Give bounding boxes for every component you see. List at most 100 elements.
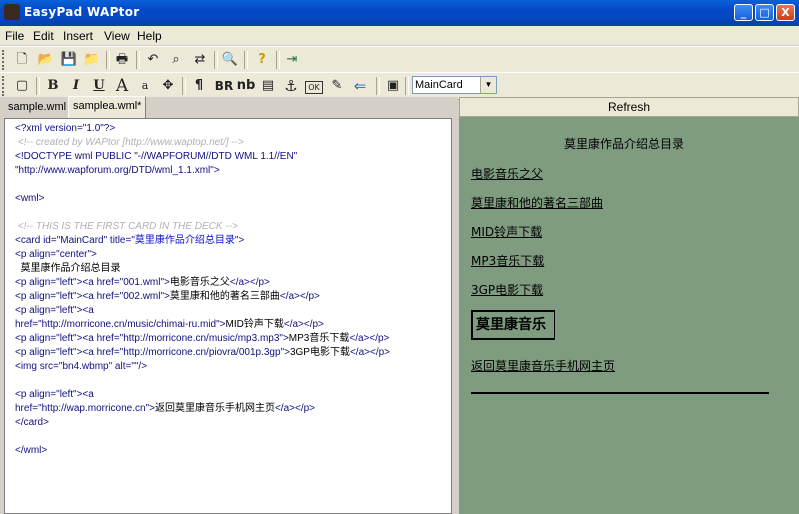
code-line[interactable]: <p align="left"><a href="002.wml">莫里康和他的… xyxy=(15,290,390,304)
italic-button[interactable]: I xyxy=(67,77,85,95)
exit-icon[interactable]: ⇥ xyxy=(283,51,301,69)
code-token: <p align="left"><a xyxy=(15,389,94,400)
code-line[interactable]: </card> xyxy=(15,416,390,430)
main-toolbar: 🗋 📂 💾 📁 🖶 ↶ ⌕ ⇄ 🔍 ? ⇥ xyxy=(0,46,799,74)
code-token: 莫里康和他的著名三部曲 xyxy=(169,291,280,302)
undo-icon[interactable]: ↶ xyxy=(144,51,162,69)
center-icon[interactable]: ✥ xyxy=(159,77,177,95)
open-project-icon[interactable]: 📁 xyxy=(83,51,101,69)
code-token: <!-- THIS IS THE FIRST CARD IN THE DECK … xyxy=(15,221,238,232)
code-line[interactable]: <!-- created by WAPtor [http://www.wapto… xyxy=(15,136,390,150)
replace-icon[interactable]: ⇄ xyxy=(191,51,209,69)
preview-link[interactable]: 莫里康和他的著名三部曲 xyxy=(471,194,603,211)
code-line[interactable] xyxy=(15,206,390,220)
small-font-button[interactable]: a xyxy=(136,77,154,95)
save-icon[interactable]: 💾 xyxy=(60,51,78,69)
toolbar-separator xyxy=(405,77,409,95)
code-line[interactable]: href="http://wap.morricone.cn">返回莫里康音乐手机… xyxy=(15,402,390,416)
code-line[interactable]: <p align="left"><a href="http://morricon… xyxy=(15,332,390,346)
toolbar-grip[interactable] xyxy=(2,76,7,96)
code-line[interactable]: <!-- THIS IS THE FIRST CARD IN THE DECK … xyxy=(15,220,390,234)
toolbar-grip[interactable] xyxy=(2,50,7,70)
code-content[interactable]: <?xml version="1.0"?> <!-- created by WA… xyxy=(15,122,390,458)
code-line[interactable]: <wml> xyxy=(15,192,390,206)
menu-view[interactable]: View xyxy=(104,29,130,43)
menu-insert[interactable]: Insert xyxy=(63,29,93,43)
code-token: 返回莫里康音乐手机网主页 xyxy=(154,403,275,414)
refresh-button[interactable]: Refresh xyxy=(459,97,799,117)
preview-home-link[interactable]: 返回莫里康音乐手机网主页 xyxy=(471,357,615,374)
new-file-icon[interactable]: 🗋 xyxy=(13,51,31,69)
code-line[interactable]: <p align="center"> xyxy=(15,248,390,262)
preview-link[interactable]: MP3音乐下载 xyxy=(471,252,544,269)
code-token: </wml> xyxy=(15,445,48,456)
preview-divider xyxy=(471,392,769,394)
preview-link[interactable]: 3GP电影下载 xyxy=(471,281,543,298)
code-token: </a></p> xyxy=(283,319,324,330)
code-line[interactable]: <p align="left"><a xyxy=(15,388,390,402)
toolbar-separator xyxy=(36,77,40,95)
underline-button[interactable]: U xyxy=(90,77,108,95)
code-line[interactable]: <img src="bn4.wbmp" alt=""/> xyxy=(15,360,390,374)
cards-icon[interactable]: ▣ xyxy=(384,77,402,95)
code-token: <?xml version="1.0"?> xyxy=(15,123,116,134)
code-token: <img src="bn4.wbmp" alt=""/> xyxy=(15,361,148,372)
code-line[interactable] xyxy=(15,430,390,444)
br-button[interactable]: BR xyxy=(213,77,235,95)
minimize-button[interactable]: _ xyxy=(734,4,753,21)
close-button[interactable]: X xyxy=(776,4,795,21)
code-token: "http://www.wapforum.org/DTD/wml_1.1.xml… xyxy=(15,165,220,176)
tab-samplea-wml[interactable]: samplea.wml* xyxy=(68,96,147,118)
code-line[interactable]: <card id="MainCard" title="莫里康作品介绍总目录"> xyxy=(15,234,390,248)
paragraph-button[interactable]: ¶ xyxy=(190,77,208,95)
preview-banner-image: 莫里康音乐 xyxy=(471,310,555,340)
bold-button[interactable]: B xyxy=(44,77,62,95)
preview-link[interactable]: 电影音乐之父 xyxy=(471,165,543,182)
menu-help[interactable]: Help xyxy=(137,29,162,43)
preview-icon[interactable]: 🔍 xyxy=(221,51,239,69)
code-line[interactable]: </wml> xyxy=(15,444,390,458)
wml-preview: 莫里康作品介绍总目录 电影音乐之父 莫里康和他的著名三部曲 MID铃声下载 MP… xyxy=(459,117,799,514)
code-token: <p align="center"> xyxy=(15,249,97,260)
print-icon[interactable]: 🖶 xyxy=(113,51,131,69)
code-line[interactable]: <?xml version="1.0"?> xyxy=(15,122,390,136)
back-arrow-icon[interactable]: ⇐ xyxy=(351,77,369,95)
code-line[interactable]: "http://www.wapforum.org/DTD/wml_1.1.xml… xyxy=(15,164,390,178)
ok-button[interactable]: OK xyxy=(305,81,323,94)
maximize-button[interactable]: □ xyxy=(755,4,774,21)
code-token: <p align="left"><a href="001.wml"> xyxy=(15,277,170,288)
menu-edit[interactable]: Edit xyxy=(33,29,54,43)
code-line[interactable] xyxy=(15,374,390,388)
code-line[interactable]: <p align="left"><a xyxy=(15,304,390,318)
code-line[interactable]: 莫里康作品介绍总目录 xyxy=(15,262,390,276)
code-line[interactable]: <p align="left"><a href="http://morricon… xyxy=(15,346,390,360)
code-token: <!-- created by WAPtor [http://www.wapto… xyxy=(15,137,244,148)
code-line[interactable]: <!DOCTYPE wml PUBLIC "-//WAPFORUM//DTD W… xyxy=(15,150,390,164)
code-token: </a></p> xyxy=(279,291,320,302)
table-icon[interactable]: ▤ xyxy=(259,77,277,95)
code-line[interactable] xyxy=(15,178,390,192)
open-folder-icon[interactable]: 📂 xyxy=(37,51,55,69)
code-line[interactable]: href="http://morricone.cn/music/chimai-r… xyxy=(15,318,390,332)
menu-file[interactable]: File xyxy=(5,29,24,43)
tab-sample-wml[interactable]: sample.wml xyxy=(4,98,70,116)
find-icon[interactable]: ⌕ xyxy=(167,51,185,69)
code-line[interactable]: <p align="left"><a href="001.wml">电影音乐之父… xyxy=(15,276,390,290)
code-token: 3GP电影下载 xyxy=(289,347,350,358)
code-editor[interactable]: <?xml version="1.0"?> <!-- created by WA… xyxy=(4,118,452,514)
nb-button[interactable]: nb xyxy=(236,77,256,95)
card-select[interactable]: MainCard ▼ xyxy=(412,76,497,94)
title-bar: EasyPad WAPtor _ □ X xyxy=(0,0,799,26)
card-select-value: MainCard xyxy=(415,79,463,91)
edit-form-icon[interactable]: ✎ xyxy=(328,77,346,95)
anchor-icon[interactable]: ⚓ xyxy=(282,77,300,95)
chevron-down-icon[interactable]: ▼ xyxy=(480,77,496,93)
code-token: MID铃声下载 xyxy=(225,319,284,330)
code-token: <p align="left"><a href="002.wml"> xyxy=(15,291,170,302)
big-font-button[interactable]: A xyxy=(113,77,131,95)
code-token: <p align="left"><a href="http://morricon… xyxy=(15,347,290,358)
pane-splitter[interactable] xyxy=(452,97,458,514)
card-icon[interactable]: ▢ xyxy=(13,77,31,95)
help-icon[interactable]: ? xyxy=(253,51,271,69)
preview-link[interactable]: MID铃声下载 xyxy=(471,223,542,240)
